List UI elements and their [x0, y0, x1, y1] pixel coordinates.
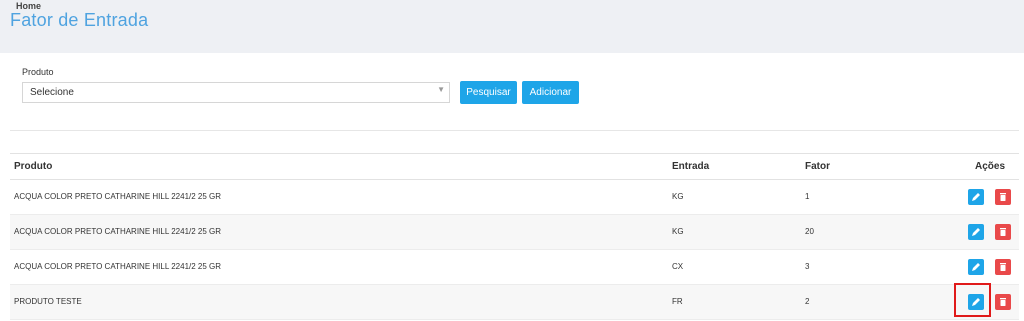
table-row: ACQUA COLOR PRETO CATHARINE HILL 2241/2 …	[10, 250, 1019, 285]
delete-button[interactable]	[995, 259, 1011, 275]
table-header: Produto Entrada Fator Ações	[10, 153, 1019, 180]
edit-button[interactable]	[968, 259, 984, 275]
cell-entrada: KG	[672, 192, 684, 201]
cell-entrada: CX	[672, 262, 684, 271]
page-title: Fator de Entrada	[10, 10, 149, 30]
column-header-fator: Fator	[805, 161, 830, 172]
add-button[interactable]: Adicionar	[522, 81, 579, 104]
delete-button[interactable]	[995, 294, 1011, 310]
search-button[interactable]: Pesquisar	[460, 81, 517, 104]
produto-label: Produto	[22, 67, 54, 77]
highlight-box	[954, 283, 991, 317]
trash-icon	[1000, 193, 1006, 201]
cell-fator: 1	[805, 192, 810, 201]
column-header-entrada: Entrada	[672, 161, 710, 172]
trash-icon	[1000, 263, 1006, 271]
cell-produto: ACQUA COLOR PRETO CATHARINE HILL 2241/2 …	[14, 262, 222, 271]
table-row: ACQUA COLOR PRETO CATHARINE HILL 2241/2 …	[10, 215, 1019, 250]
delete-button[interactable]	[995, 189, 1011, 205]
cell-produto: PRODUTO TESTE	[14, 297, 82, 306]
cell-entrada: KG	[672, 227, 684, 236]
trash-icon	[1000, 228, 1006, 236]
page-header: Home Fator de Entrada	[0, 0, 1024, 40]
content-panel: Produto Selecione ▼ Pesquisar Adicionar …	[0, 53, 1024, 321]
delete-button[interactable]	[995, 224, 1011, 240]
data-table: Produto Entrada Fator Ações ACQUA COLOR …	[10, 153, 1019, 320]
edit-button[interactable]	[968, 224, 984, 240]
cell-produto: ACQUA COLOR PRETO CATHARINE HILL 2241/2 …	[14, 227, 222, 236]
table-row: PRODUTO TESTE FR 2	[10, 285, 1019, 320]
pencil-icon	[972, 228, 980, 236]
edit-button[interactable]	[968, 189, 984, 205]
pencil-icon	[972, 193, 980, 201]
divider	[10, 130, 1019, 131]
cell-fator: 2	[805, 297, 810, 306]
column-header-acoes: Ações	[975, 161, 1006, 172]
cell-entrada: FR	[672, 297, 683, 306]
cell-fator: 3	[805, 262, 810, 271]
produto-select[interactable]: Selecione ▼	[22, 82, 450, 103]
pencil-icon	[972, 263, 980, 271]
cell-fator: 20	[805, 227, 814, 236]
trash-icon	[1000, 298, 1006, 306]
produto-select-value: Selecione	[30, 87, 74, 98]
table-row: ACQUA COLOR PRETO CATHARINE HILL 2241/2 …	[10, 180, 1019, 215]
column-header-produto: Produto	[14, 161, 53, 172]
cell-produto: ACQUA COLOR PRETO CATHARINE HILL 2241/2 …	[14, 192, 222, 201]
chevron-down-icon: ▼	[437, 85, 445, 94]
